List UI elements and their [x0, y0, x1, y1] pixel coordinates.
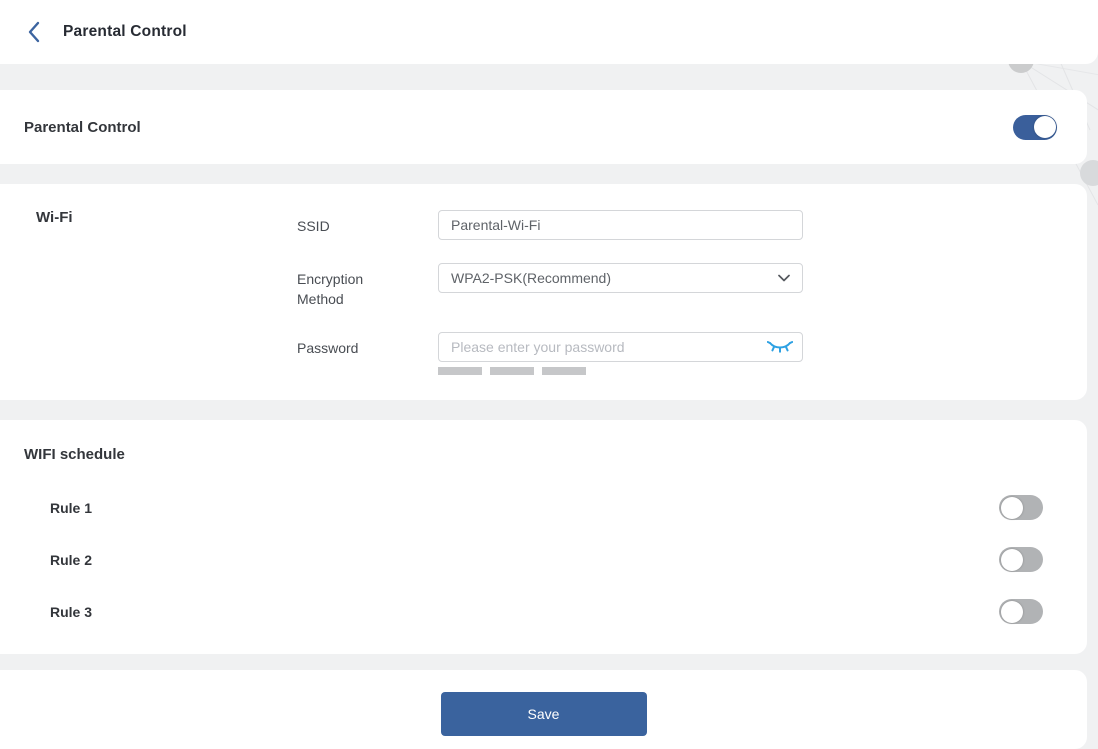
- password-visibility-toggle[interactable]: [767, 340, 793, 354]
- section-gap: [0, 64, 1098, 90]
- parental-control-page: Parental Control Parental Control Wi-Fi …: [0, 0, 1098, 749]
- section-gap: [0, 654, 1098, 670]
- page-title: Parental Control: [63, 23, 187, 41]
- wifi-settings-card: Wi-Fi SSID Encryption Method WPA2-PSK(Re…: [0, 184, 1087, 400]
- section-gap: [0, 400, 1098, 420]
- encryption-method-select[interactable]: WPA2-PSK(Recommend): [438, 263, 803, 293]
- parental-control-card: Parental Control: [0, 90, 1087, 164]
- section-gap: [0, 164, 1098, 184]
- toggle-knob: [1001, 549, 1023, 571]
- ssid-input[interactable]: [438, 210, 803, 240]
- toggle-knob: [1001, 601, 1023, 623]
- parental-control-label: Parental Control: [24, 119, 141, 136]
- schedule-rule-row: Rule 1: [24, 495, 1043, 520]
- schedule-rule-row: Rule 3: [24, 599, 1043, 624]
- page-header: Parental Control: [0, 0, 1098, 64]
- parental-control-toggle[interactable]: [1013, 115, 1057, 140]
- wifi-schedule-card: WIFI schedule Rule 1 Rule 2 Rule 3: [0, 420, 1087, 654]
- password-input[interactable]: [438, 332, 803, 362]
- password-label: Password: [297, 332, 438, 375]
- rule-3-label: Rule 3: [50, 604, 92, 620]
- password-row: Password: [297, 332, 803, 375]
- chevron-left-icon: [26, 20, 42, 44]
- password-strength-bar: [490, 367, 534, 375]
- schedule-rule-row: Rule 2: [24, 547, 1043, 572]
- encryption-method-label: Encryption Method: [297, 263, 438, 309]
- wifi-form: SSID Encryption Method WPA2-PSK(Recommen…: [297, 210, 803, 398]
- save-card: Save: [0, 670, 1087, 749]
- encryption-method-row: Encryption Method WPA2-PSK(Recommend): [297, 263, 803, 309]
- rule-2-label: Rule 2: [50, 552, 92, 568]
- rule-2-toggle[interactable]: [999, 547, 1043, 572]
- password-strength-bar: [542, 367, 586, 375]
- password-strength-bar: [438, 367, 482, 375]
- back-button[interactable]: [21, 19, 47, 45]
- save-button[interactable]: Save: [441, 692, 647, 736]
- rule-3-toggle[interactable]: [999, 599, 1043, 624]
- encryption-method-selected-value: WPA2-PSK(Recommend): [451, 270, 611, 286]
- rule-1-toggle[interactable]: [999, 495, 1043, 520]
- password-strength-meter: [438, 367, 803, 375]
- password-field-wrap: [438, 332, 803, 362]
- wifi-schedule-section-label: WIFI schedule: [24, 446, 125, 463]
- chevron-down-icon: [778, 274, 790, 282]
- rule-1-label: Rule 1: [50, 500, 92, 516]
- eye-closed-icon: [767, 340, 793, 354]
- toggle-knob: [1034, 116, 1056, 138]
- ssid-row: SSID: [297, 210, 803, 240]
- wifi-section-label: Wi-Fi: [36, 209, 73, 226]
- toggle-knob: [1001, 497, 1023, 519]
- ssid-label: SSID: [297, 210, 438, 240]
